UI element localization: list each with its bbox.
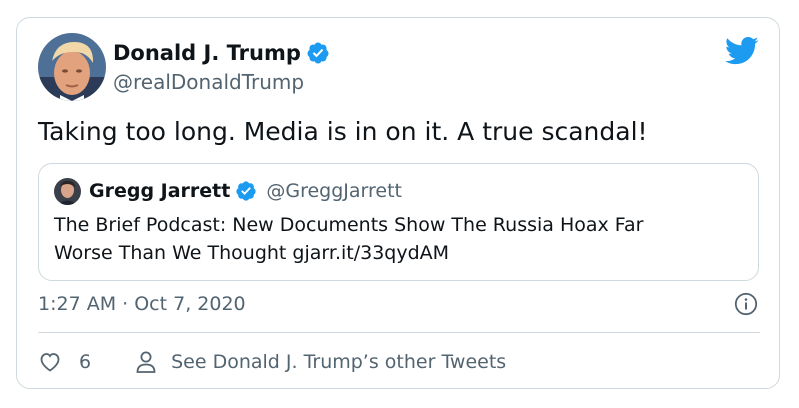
- tweet-card[interactable]: Donald J. Trump @realDonaldTrump Taking …: [16, 17, 780, 389]
- quoted-author-handle[interactable]: @GreggJarrett: [266, 179, 402, 203]
- tweet-timestamp[interactable]: 1:27 AM · Oct 7, 2020: [38, 292, 246, 316]
- quoted-author-name[interactable]: Gregg Jarrett: [89, 179, 230, 203]
- twitter-bird-icon[interactable]: [725, 36, 759, 66]
- author-name[interactable]: Donald J. Trump: [113, 40, 301, 66]
- quoted-tweet-text: The Brief Podcast: New Documents Show Th…: [54, 214, 644, 264]
- verified-badge-icon: [236, 181, 256, 201]
- author-name-row[interactable]: Donald J. Trump: [113, 40, 330, 66]
- see-other-tweets-link[interactable]: See Donald J. Trump’s other Tweets: [171, 351, 506, 373]
- quoted-author-avatar-image: [54, 178, 81, 205]
- heart-icon[interactable]: [38, 350, 62, 374]
- info-icon[interactable]: [734, 292, 758, 316]
- like-count[interactable]: 6: [79, 351, 91, 373]
- author-handle[interactable]: @realDonaldTrump: [113, 70, 304, 94]
- quoted-author-avatar[interactable]: [54, 178, 81, 205]
- tweet-text: Taking too long. Media is in on it. A tr…: [38, 117, 648, 146]
- quoted-tweet[interactable]: Gregg Jarrett @GreggJarrett The Brief Po…: [38, 163, 759, 281]
- author-avatar-image: [38, 33, 106, 101]
- person-icon: [136, 351, 156, 373]
- quoted-author-row[interactable]: Gregg Jarrett @GreggJarrett: [89, 179, 402, 203]
- divider: [38, 332, 760, 333]
- verified-badge-icon: [307, 42, 329, 64]
- author-avatar[interactable]: [38, 33, 106, 101]
- tweet-actions: 6 See Donald J. Trump’s other Tweets: [38, 348, 506, 376]
